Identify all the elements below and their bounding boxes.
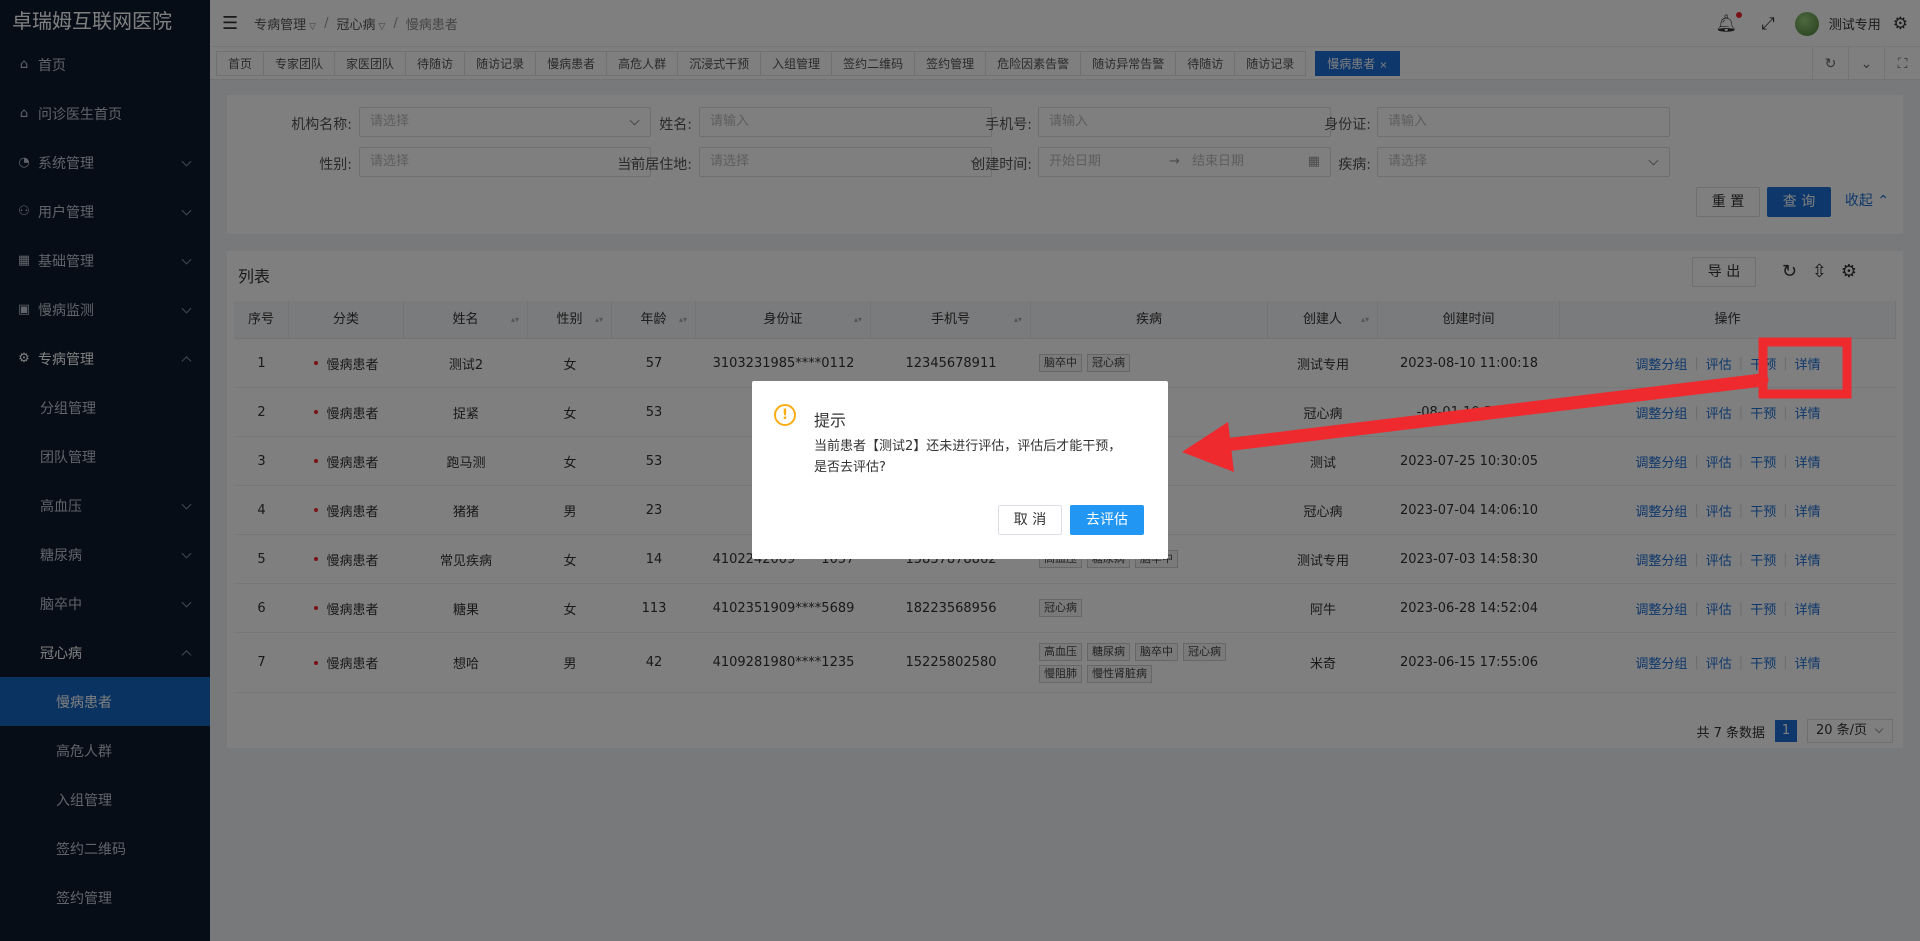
warning-icon: !: [774, 404, 796, 426]
cancel-button[interactable]: 取 消: [998, 505, 1062, 535]
go-evaluate-button[interactable]: 去评估: [1070, 505, 1144, 535]
dialog-title: 提示: [814, 411, 847, 430]
dialog-message: 当前患者【测试2】还未进行评估，评估后才能干预，是否去评估?: [814, 439, 1122, 475]
confirm-dialog: ! 提示 当前患者【测试2】还未进行评估，评估后才能干预，是否去评估? 取 消 …: [752, 381, 1168, 559]
